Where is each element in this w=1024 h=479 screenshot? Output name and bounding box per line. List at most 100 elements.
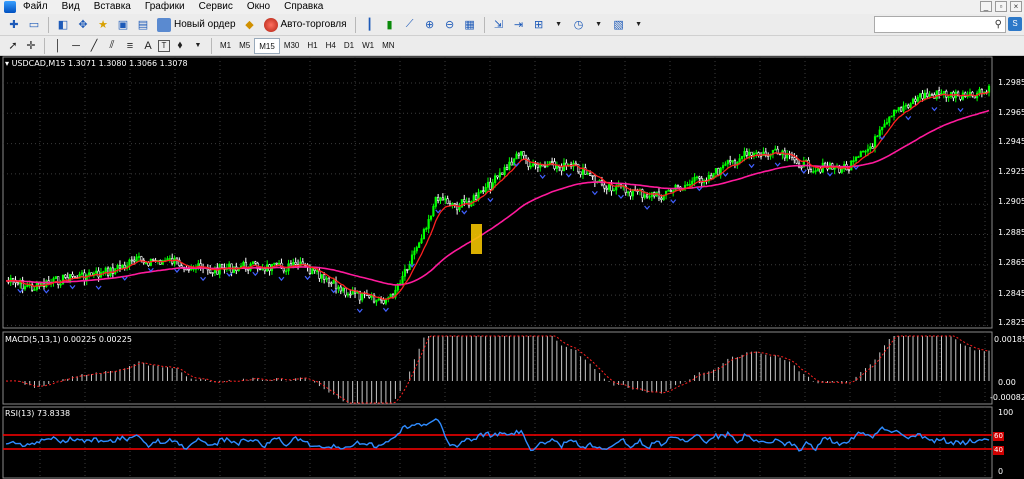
candle-body (505, 167, 509, 170)
app-icon[interactable] (4, 1, 16, 13)
menu-tools[interactable]: Сервис (192, 0, 240, 14)
candlestick-icon[interactable]: ▮ (381, 16, 399, 34)
vertical-line-icon[interactable]: │ (50, 38, 66, 54)
candle-body (873, 136, 877, 149)
crosshair-icon[interactable]: ✛ (23, 38, 39, 54)
fibonacci-icon[interactable]: ≡ (122, 38, 138, 54)
fractal-down-arrow-icon (226, 272, 233, 277)
auto-scroll-icon[interactable]: ⇲ (490, 16, 508, 34)
dropdown-arrow-icon[interactable]: ▼ (550, 16, 568, 34)
profiles-icon[interactable]: ▭ (25, 16, 43, 34)
dropdown-arrow-icon[interactable]: ▼ (590, 16, 608, 34)
text-icon[interactable]: A (140, 38, 156, 54)
horizontal-line-icon[interactable]: ─ (68, 38, 84, 54)
navigator-icon[interactable]: ★ (94, 16, 112, 34)
metaeditor-icon[interactable]: ◆ (241, 16, 259, 34)
menu-insert[interactable]: Вставка (87, 0, 138, 14)
candle-body (95, 270, 98, 274)
bar-chart-icon[interactable]: ┃ (361, 16, 379, 34)
auto-trading-icon (263, 17, 278, 32)
candle-body (403, 269, 406, 277)
chart-shift-icon[interactable]: ⇥ (510, 16, 528, 34)
timeframe-h4[interactable]: H4 (322, 38, 340, 54)
candle-body (543, 165, 547, 168)
timeframe-m30[interactable]: M30 (280, 38, 304, 54)
candle-body (339, 286, 342, 292)
search-icon[interactable]: ⚲ (995, 19, 1002, 30)
zoom-out-icon[interactable]: ⊖ (441, 16, 459, 34)
templates-icon[interactable]: ▧ (610, 16, 628, 34)
strategy-tester-icon[interactable]: ▤ (134, 16, 152, 34)
candle-body (883, 123, 886, 128)
toolbar-divider (354, 16, 356, 33)
periods-icon[interactable]: ◷ (570, 16, 588, 34)
new-chart-icon[interactable]: ✚ (5, 16, 23, 34)
candle-body (897, 107, 900, 111)
dropdown-arrow-icon[interactable]: ▼ (190, 38, 206, 54)
timeframe-d1[interactable]: D1 (340, 38, 358, 54)
candle-body (892, 110, 896, 117)
terminal-icon[interactable]: ▣ (114, 16, 132, 34)
candle-body (168, 258, 171, 260)
candle-body (320, 274, 323, 279)
candle-body (261, 268, 264, 270)
menu-file[interactable]: Файл (16, 0, 55, 14)
chat-icon[interactable]: S (1008, 17, 1022, 31)
fractal-down-arrow-icon (644, 205, 651, 210)
market-watch-icon[interactable]: ◧ (54, 16, 72, 34)
indicators-icon[interactable]: ⊞ (530, 16, 548, 34)
candle-body (375, 299, 378, 303)
close-icon[interactable]: × (1010, 1, 1022, 12)
fractal-down-arrow-icon (461, 210, 468, 215)
fractal-down-arrow-icon (173, 268, 180, 273)
candle-body (840, 168, 843, 173)
timeframe-h1[interactable]: H1 (303, 38, 321, 54)
fractal-down-arrow-icon (252, 271, 259, 277)
timeframe-m15[interactable]: M15 (254, 37, 280, 54)
candle-body (745, 151, 748, 156)
candle-body (432, 206, 435, 217)
fractal-down-arrow-icon (382, 307, 389, 313)
candle-body (313, 268, 316, 271)
line-chart-icon[interactable]: ⟋ (401, 16, 419, 34)
minimize-icon[interactable]: _ (980, 1, 992, 12)
dropdown-arrow-icon[interactable]: ▼ (630, 16, 648, 34)
menu-bar: Файл Вид Вставка Графики Сервис Окно Спр… (0, 0, 1024, 14)
timeframe-mn[interactable]: MN (378, 38, 398, 54)
channel-icon[interactable]: ⫽ (104, 38, 120, 54)
candle-body (351, 291, 354, 295)
cursor-icon[interactable]: ➚ (5, 38, 21, 54)
menu-help[interactable]: Справка (277, 0, 330, 14)
restore-icon[interactable]: ▫ (995, 1, 1007, 12)
candle-body (876, 135, 879, 138)
menu-view[interactable]: Вид (55, 0, 87, 14)
search-input[interactable]: ⚲ (874, 16, 1006, 33)
data-window-icon[interactable]: ✥ (74, 16, 92, 34)
candle-body (923, 92, 926, 99)
auto-trading-button[interactable]: Авто-торговля (260, 16, 351, 34)
new-order-button[interactable]: Новый ордер (153, 16, 240, 34)
candle-body (308, 266, 312, 275)
menu-window[interactable]: Окно (240, 0, 277, 14)
candle-body (486, 181, 490, 188)
fractal-down-arrow-icon (905, 116, 912, 121)
candle-body (586, 172, 589, 175)
candle-body (660, 197, 663, 200)
fast-moving-average-line (5, 91, 990, 300)
chart-window[interactable]: ▾ USDCAD,M15 1.3071 1.3080 1.3066 1.3078… (0, 56, 1024, 479)
zoom-in-icon[interactable]: ⊕ (421, 16, 439, 34)
candle-body (885, 122, 889, 125)
chart-canvas[interactable] (0, 56, 1024, 479)
trendline-icon[interactable]: ╱ (86, 38, 102, 54)
candle-body (254, 261, 257, 264)
timeframe-m5[interactable]: M5 (235, 38, 254, 54)
signal-highlight-box (471, 224, 482, 254)
shapes-icon[interactable]: ⬧ (172, 38, 188, 54)
menu-charts[interactable]: Графики (138, 0, 192, 14)
candle-body (517, 153, 520, 156)
timeframe-w1[interactable]: W1 (358, 38, 378, 54)
candle-body (475, 195, 478, 201)
label-icon[interactable]: T (158, 39, 170, 52)
timeframe-m1[interactable]: M1 (216, 38, 235, 54)
tile-windows-icon[interactable]: ▦ (461, 16, 479, 34)
